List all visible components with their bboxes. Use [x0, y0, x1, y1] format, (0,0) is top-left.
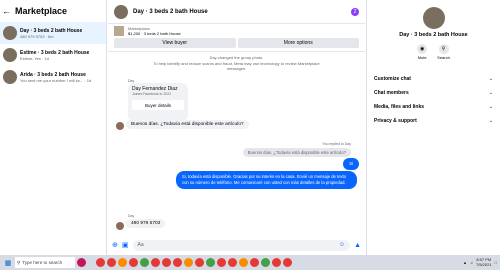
listing-thumbnail[interactable] — [114, 26, 124, 36]
bike-app-icon[interactable] — [77, 258, 86, 267]
more-options-button[interactable]: More options — [237, 38, 359, 48]
clock-date: 7/5/2021 — [476, 261, 492, 267]
chevron-down-icon: ⌄ — [488, 76, 493, 82]
plus-icon[interactable]: ⊕ — [112, 241, 118, 249]
conversation-item-day[interactable]: Day · 3 beds 2 bath House 480 979 5703 ·… — [0, 22, 106, 44]
sender-label: Day — [128, 214, 135, 218]
chrome-icon[interactable] — [206, 258, 215, 267]
avatar — [3, 48, 17, 62]
image-icon[interactable]: ▣ — [122, 241, 129, 249]
search-icon: ⚲ — [17, 259, 21, 265]
chat-info-panel: Day · 3 beds 2 bath House ◉ Mute ⚲ Searc… — [366, 0, 500, 255]
search-label: Search — [437, 55, 450, 60]
mute-button[interactable]: ◉ Mute — [417, 44, 428, 60]
section-customize-chat[interactable]: Customize chat ⌄ — [367, 72, 500, 86]
chrome-icon[interactable] — [272, 258, 281, 267]
chrome-icon[interactable] — [129, 258, 138, 267]
listing-price: $1,200 · 3 beds 2 bath House — [128, 31, 181, 36]
chat-header: Day · 3 beds 2 bath House 2 — [108, 0, 365, 24]
chat-panel: Day · 3 beds 2 bath House 2 Marketplace … — [108, 0, 365, 255]
chrome-icon[interactable] — [162, 258, 171, 267]
conversation-preview: Estime: Yes · 1d — [20, 55, 49, 61]
conversation-preview: 480 979 5703 · 8m — [20, 33, 54, 39]
chrome-icon[interactable] — [184, 258, 193, 267]
message-thread: Day changed the group photo. To help ide… — [108, 52, 365, 233]
chat-avatar[interactable] — [114, 4, 128, 19]
profile-name: Day · 3 beds 2 bath House — [399, 32, 468, 38]
chrome-icon[interactable] — [96, 258, 105, 267]
chrome-icon[interactable] — [261, 258, 270, 267]
system-notice: To help identify and reduce scams and fr… — [153, 61, 320, 71]
network-icon[interactable]: ▲ — [463, 260, 467, 265]
reply-quote: Buenos días. ¿Todavía está disponible es… — [242, 148, 351, 157]
search-icon: ⚲ — [438, 44, 449, 54]
buyer-details-button[interactable]: Buyer details — [132, 100, 184, 110]
chrome-icon[interactable] — [107, 258, 116, 267]
chrome-icon[interactable] — [151, 258, 160, 267]
message-placeholder: Aa — [137, 242, 144, 248]
chat-title[interactable]: Day · 3 beds 2 bath House — [133, 9, 346, 15]
buyer-card: Day Fernandez Diaz Joined Facebook in 20… — [128, 83, 188, 121]
replied-label: You replied to Day — [322, 142, 351, 146]
chevron-down-icon: ⌄ — [488, 118, 493, 124]
avatar — [3, 26, 17, 40]
conversation-item-estime[interactable]: Estime · 3 beds 2 bath House Estime: Yes… — [0, 44, 106, 66]
chevron-down-icon: ⌄ — [488, 90, 493, 96]
taskbar-search-text: Type here to search — [22, 260, 63, 265]
message-input[interactable]: Aa ☺ — [132, 239, 351, 251]
buyer-joined: Joined Facebook in 2021 — [132, 92, 172, 96]
section-media-files[interactable]: Media, files and links ⌄ — [367, 100, 500, 114]
chrome-icon[interactable] — [118, 258, 127, 267]
profile-avatar[interactable] — [422, 7, 445, 29]
back-arrow-icon[interactable]: ← — [2, 6, 11, 16]
section-privacy-support[interactable]: Privacy & support ⌄ — [367, 114, 500, 128]
outgoing-message: Si — [343, 158, 359, 170]
chrome-icon[interactable] — [173, 258, 182, 267]
info-badge[interactable]: 2 — [351, 7, 359, 16]
chrome-icon[interactable] — [283, 258, 292, 267]
windows-start-icon[interactable]: ▦ — [3, 259, 13, 267]
left-header: ← Marketplace — [0, 0, 106, 22]
listing-bar: Marketplace $1,200 · 3 beds 2 bath House… — [108, 24, 365, 52]
emoji-icon[interactable]: ☺ — [339, 242, 345, 248]
panel-title: Marketplace — [15, 6, 68, 16]
chrome-icon[interactable] — [239, 258, 248, 267]
section-label: Customize chat — [374, 76, 411, 82]
message-composer: ⊕ ▣ Aa ☺ ▲ — [108, 235, 365, 255]
section-chat-members[interactable]: Chat members ⌄ — [367, 86, 500, 100]
system-tray: ▲ ♫ 8:57 PM 7/5/2021 □ — [463, 257, 497, 267]
mute-label: Mute — [417, 55, 427, 60]
avatar — [116, 222, 124, 230]
chrome-icon[interactable] — [250, 258, 259, 267]
chevron-down-icon: ⌄ — [488, 104, 493, 110]
taskbar-clock[interactable]: 8:57 PM 7/5/2021 — [476, 257, 492, 267]
avatar — [116, 122, 124, 130]
bell-icon: ◉ — [417, 44, 428, 54]
avatar — [3, 70, 17, 84]
view-buyer-button[interactable]: View buyer — [114, 38, 236, 48]
incoming-message: Buenos días. ¿Todavía está disponible es… — [126, 120, 249, 129]
chrome-icon[interactable] — [217, 258, 226, 267]
conversation-list-panel: ← Marketplace Day · 3 beds 2 bath House … — [0, 0, 107, 255]
section-label: Chat members — [374, 90, 409, 96]
outgoing-message: Si, todavía está disponible. Gracias por… — [176, 171, 357, 189]
section-label: Media, files and links — [374, 104, 425, 110]
thumbs-up-icon[interactable]: ▲ — [354, 242, 361, 249]
incoming-message: 480 979 5703 — [126, 219, 166, 228]
volume-icon[interactable]: ♫ — [470, 260, 473, 265]
conversation-item-arida[interactable]: Arida · 3 beds 2 bath House You sent me … — [0, 66, 106, 88]
chrome-icon[interactable] — [140, 258, 149, 267]
taskbar-search-box[interactable]: ⚲ Type here to search — [15, 257, 75, 268]
chrome-icon[interactable] — [195, 258, 204, 267]
chrome-icon[interactable] — [228, 258, 237, 267]
section-label: Privacy & support — [374, 118, 417, 124]
conversation-preview: You sent me your number I will se... · 1… — [20, 77, 92, 83]
notification-icon[interactable]: □ — [495, 260, 497, 265]
messenger-window: ← Marketplace Day · 3 beds 2 bath House … — [0, 0, 500, 255]
windows-taskbar: ▦ ⚲ Type here to search ▲ ♫ 8:57 PM 7/5/… — [0, 255, 500, 270]
search-button[interactable]: ⚲ Search — [437, 44, 450, 60]
